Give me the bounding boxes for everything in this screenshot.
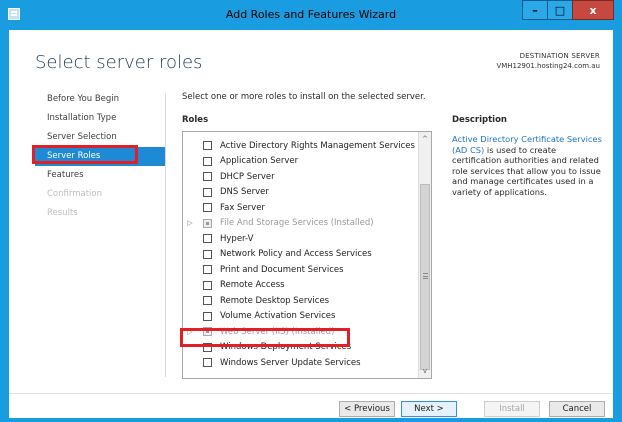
- nav-item-installation-type[interactable]: Installation Type: [35, 109, 165, 128]
- nav-item-before-you-begin[interactable]: Before You Begin: [35, 90, 165, 109]
- next-button[interactable]: Next >: [401, 401, 457, 417]
- roles-header: Roles: [182, 115, 209, 125]
- role-label: Remote Access: [220, 280, 285, 291]
- highlight-web-server: [180, 328, 350, 347]
- close-button[interactable]: x: [572, 0, 614, 20]
- role-checkbox[interactable]: [203, 172, 212, 182]
- instruction-text: Select one or more roles to install on t…: [182, 92, 426, 102]
- role-label: Windows Server Update Services: [220, 357, 361, 368]
- nav-divider: [165, 93, 166, 377]
- footer-divider: [9, 393, 613, 394]
- role-label: File And Storage Services (Installed): [220, 218, 374, 229]
- role-label: Volume Activation Services: [220, 311, 336, 322]
- role-row[interactable]: Remote Access: [183, 278, 419, 294]
- destination-value: VMH12901.hosting24.com.au: [496, 62, 600, 70]
- role-checkbox[interactable]: [203, 218, 212, 228]
- nav-item-features[interactable]: Features: [35, 166, 165, 185]
- role-label: Application Server: [220, 156, 299, 167]
- role-checkbox[interactable]: [203, 187, 212, 197]
- role-row[interactable]: Remote Desktop Services: [183, 293, 419, 309]
- role-row[interactable]: Windows Server Update Services: [183, 355, 419, 371]
- destination-server: DESTINATION SERVER VMH12901.hosting24.co…: [496, 51, 600, 71]
- role-checkbox[interactable]: [203, 265, 212, 275]
- role-checkbox[interactable]: [203, 280, 212, 290]
- role-label: Remote Desktop Services: [220, 295, 330, 306]
- scroll-down-arrow-icon[interactable]: v: [419, 365, 431, 377]
- grip-icon: [423, 273, 428, 279]
- description-panel: Active Directory Certificate Services (A…: [452, 134, 602, 197]
- role-row[interactable]: DHCP Server: [183, 169, 419, 185]
- role-checkbox[interactable]: [203, 296, 212, 306]
- scrollbar-thumb[interactable]: [420, 184, 430, 370]
- scroll-up-arrow-icon[interactable]: ^: [419, 133, 431, 145]
- role-row[interactable]: Volume Activation Services: [183, 309, 419, 325]
- nav-item-confirmation: Confirmation: [47, 189, 102, 199]
- role-label: Hyper-V: [220, 233, 254, 244]
- role-checkbox[interactable]: [203, 156, 212, 166]
- minimize-button[interactable]: –: [522, 0, 548, 20]
- maximize-button[interactable]: □: [547, 0, 573, 20]
- destination-label: DESTINATION SERVER: [519, 52, 600, 60]
- window-controls: – □ x: [522, 0, 614, 20]
- role-checkbox[interactable]: [203, 141, 212, 151]
- role-row[interactable]: Application Server: [183, 154, 419, 170]
- role-label: DHCP Server: [220, 171, 275, 182]
- role-row[interactable]: Network Policy and Access Services: [183, 247, 419, 263]
- description-header: Description: [452, 115, 507, 125]
- role-row[interactable]: ▷ File And Storage Services (Installed): [183, 216, 419, 232]
- role-label: Fax Server: [220, 202, 265, 213]
- role-row[interactable]: Fax Server: [183, 200, 419, 216]
- nav-item-results: Results: [47, 208, 78, 218]
- cancel-button[interactable]: Cancel: [549, 401, 605, 417]
- previous-button[interactable]: < Previous: [339, 401, 395, 417]
- role-row[interactable]: Active Directory Rights Management Servi…: [183, 138, 419, 154]
- title-bar[interactable]: Add Roles and Features Wizard – □ x: [0, 0, 622, 30]
- role-checkbox[interactable]: [203, 358, 212, 368]
- page-title: Select server roles: [35, 52, 203, 73]
- role-label: Print and Document Services: [220, 264, 344, 275]
- install-button[interactable]: Install: [484, 401, 540, 417]
- role-label: Active Directory Rights Management Servi…: [220, 140, 415, 151]
- role-label: Network Policy and Access Services: [220, 249, 372, 260]
- roles-scrollbar[interactable]: ^ v: [418, 132, 431, 378]
- role-row[interactable]: DNS Server: [183, 185, 419, 201]
- role-checkbox[interactable]: [203, 203, 212, 213]
- expand-arrow-icon[interactable]: ▷: [183, 219, 197, 227]
- highlight-server-roles: [32, 145, 138, 164]
- role-label: DNS Server: [220, 187, 269, 198]
- role-checkbox[interactable]: [203, 234, 212, 244]
- role-checkbox[interactable]: [203, 311, 212, 321]
- role-checkbox[interactable]: [203, 249, 212, 259]
- role-row[interactable]: Hyper-V: [183, 231, 419, 247]
- role-row[interactable]: Print and Document Services: [183, 262, 419, 278]
